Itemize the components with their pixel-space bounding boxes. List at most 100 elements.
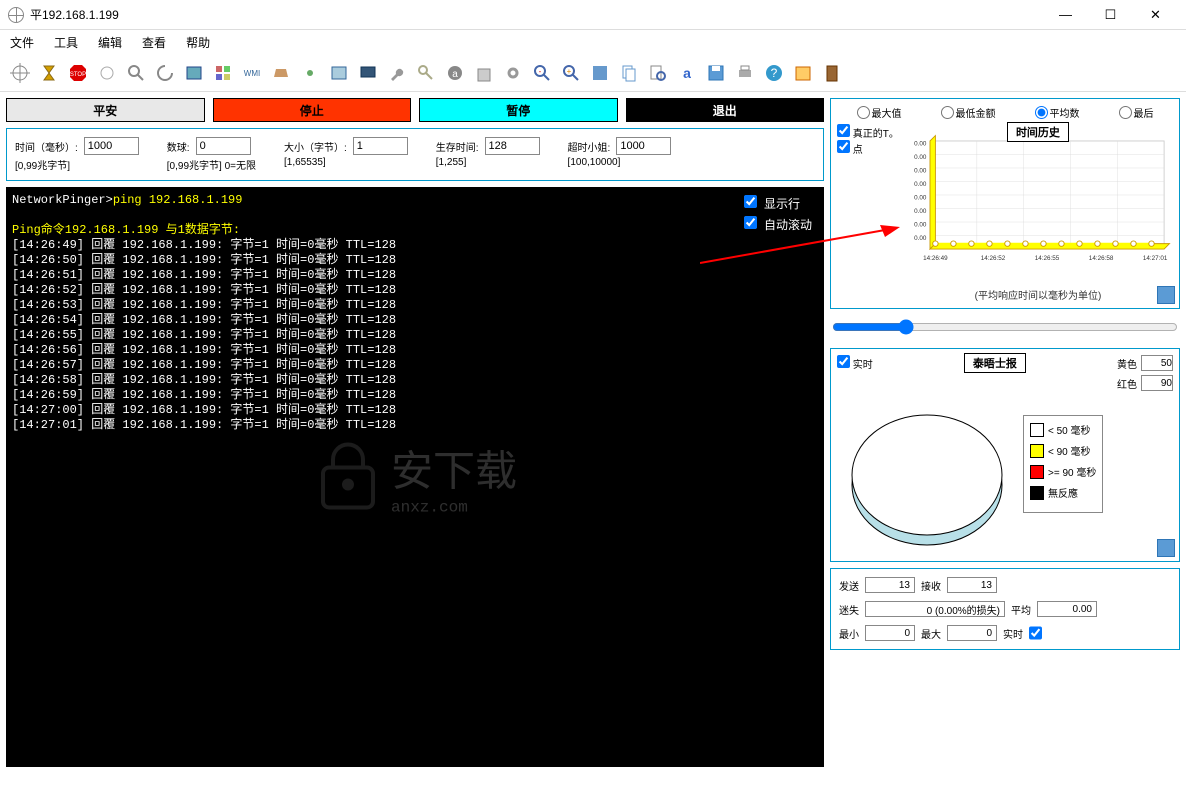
pause-button[interactable]: 暂停: [419, 98, 618, 122]
wmi-icon[interactable]: WMI: [238, 59, 266, 87]
grid-icon[interactable]: [209, 59, 237, 87]
radio-avg[interactable]: 平均数: [1035, 105, 1080, 120]
find-icon[interactable]: [644, 59, 672, 87]
image-icon[interactable]: [180, 59, 208, 87]
yellow-input[interactable]: [1141, 355, 1173, 371]
print-icon[interactable]: [731, 59, 759, 87]
ping-icon[interactable]: [296, 59, 324, 87]
line-chart: 0.000.000.000.000.000.000.000.00 14:26:4…: [903, 124, 1173, 284]
close-button[interactable]: ✕: [1133, 1, 1178, 29]
app-icon: [8, 7, 24, 23]
time-input[interactable]: [84, 137, 139, 155]
console-line: [14:26:54] 回覆 192.168.1.199: 字节=1 时间=0毫秒…: [12, 313, 818, 328]
max-label: 最大: [921, 626, 941, 641]
sent-label: 发送: [839, 578, 859, 593]
autoscroll-checkbox[interactable]: 自动滚动: [744, 216, 812, 233]
pie-chart: [837, 395, 1017, 555]
stop-button[interactable]: 停止: [213, 98, 412, 122]
copy-icon[interactable]: [615, 59, 643, 87]
time-range: [0,99兆字节]: [15, 157, 139, 172]
svg-text:WMI: WMI: [244, 69, 260, 78]
ship-icon[interactable]: [267, 59, 295, 87]
zoom-slider[interactable]: [832, 319, 1178, 335]
key-icon[interactable]: [412, 59, 440, 87]
console-line: [14:26:57] 回覆 192.168.1.199: 字节=1 时间=0毫秒…: [12, 358, 818, 373]
min-label: 最小: [839, 626, 859, 641]
svg-text:0.00: 0.00: [914, 140, 927, 147]
real-checkbox[interactable]: 真正的T。: [837, 124, 899, 140]
exit-button[interactable]: 退出: [626, 98, 825, 122]
svg-text:0.00: 0.00: [914, 208, 927, 215]
crosshair-icon[interactable]: [93, 59, 121, 87]
rt-checkbox[interactable]: [1029, 625, 1042, 641]
console-line: [14:26:49] 回覆 192.168.1.199: 字节=1 时间=0毫秒…: [12, 238, 818, 253]
svg-text:0.00: 0.00: [914, 222, 927, 229]
zoom-plus-icon[interactable]: +: [557, 59, 585, 87]
ping-button[interactable]: 平安: [6, 98, 205, 122]
timeout-label: 超时小姐:: [568, 139, 611, 154]
sent-value: [865, 577, 915, 593]
list-icon[interactable]: [586, 59, 614, 87]
calendar-icon[interactable]: [789, 59, 817, 87]
font-icon[interactable]: a: [673, 59, 701, 87]
save-icon[interactable]: [702, 59, 730, 87]
maximize-button[interactable]: ☐: [1088, 1, 1133, 29]
console-line: [14:26:59] 回覆 192.168.1.199: 字节=1 时间=0毫秒…: [12, 388, 818, 403]
console-header: Ping命令192.168.1.199 与1数据字节:: [12, 223, 818, 238]
door-icon[interactable]: [818, 59, 846, 87]
timeout-input[interactable]: [616, 137, 671, 155]
console-line: [14:26:55] 回覆 192.168.1.199: 字节=1 时间=0毫秒…: [12, 328, 818, 343]
stop-icon[interactable]: STOP: [64, 59, 92, 87]
realtime-checkbox[interactable]: 实时: [837, 355, 873, 371]
legend-lt90: < 90 毫秒: [1030, 443, 1096, 458]
svg-text:14:26:58: 14:26:58: [1089, 255, 1114, 262]
showline-checkbox[interactable]: 显示行: [744, 195, 812, 212]
menu-tools[interactable]: 工具: [54, 34, 78, 51]
ttl-input[interactable]: [485, 137, 540, 155]
help-icon[interactable]: ?: [760, 59, 788, 87]
window-icon[interactable]: [325, 59, 353, 87]
wrench-icon[interactable]: [383, 59, 411, 87]
lost-value: [865, 601, 1005, 617]
action-buttons: 平安 停止 暂停 退出: [6, 98, 824, 122]
save-chart-icon[interactable]: [1157, 286, 1175, 304]
gear-icon[interactable]: [499, 59, 527, 87]
building-icon[interactable]: [470, 59, 498, 87]
radio-max[interactable]: 最大值: [857, 105, 902, 120]
legend-lt50: < 50 毫秒: [1030, 422, 1096, 437]
menu-file[interactable]: 文件: [10, 34, 34, 51]
menu-view[interactable]: 查看: [142, 34, 166, 51]
chart1-caption: (平均响应时间以毫秒为单位): [903, 287, 1173, 302]
size-input[interactable]: [353, 137, 408, 155]
console-line: [14:26:58] 回覆 192.168.1.199: 字节=1 时间=0毫秒…: [12, 373, 818, 388]
count-input[interactable]: [196, 137, 251, 155]
minimize-button[interactable]: —: [1043, 1, 1088, 29]
svg-text:14:26:49: 14:26:49: [923, 255, 948, 262]
radio-last[interactable]: 最后: [1119, 105, 1154, 120]
time-history-panel: 最大值 最低金额 平均数 最后 真正的T。 点 时间历史: [830, 98, 1180, 309]
menu-edit[interactable]: 编辑: [98, 34, 122, 51]
search-icon[interactable]: [122, 59, 150, 87]
console-prompt: NetworkPinger>ping 192.168.1.199: [12, 193, 818, 208]
menubar: 文件 工具 编辑 查看 帮助: [0, 30, 1186, 55]
at-icon[interactable]: a: [441, 59, 469, 87]
svg-text:-: -: [539, 67, 542, 76]
timeout-range: [100,10000]: [568, 157, 672, 168]
rt-label: 实时: [1003, 626, 1023, 641]
zoom-minus-icon[interactable]: -: [528, 59, 556, 87]
svg-text:a: a: [452, 69, 458, 80]
hourglass-icon[interactable]: [35, 59, 63, 87]
red-input[interactable]: [1141, 375, 1173, 391]
size-range: [1,65535]: [284, 157, 408, 168]
menu-help[interactable]: 帮助: [186, 34, 210, 51]
monitor-icon[interactable]: [354, 59, 382, 87]
size-label: 大小（字节）:: [284, 139, 347, 154]
refresh-icon[interactable]: [151, 59, 179, 87]
radio-min[interactable]: 最低金额: [941, 105, 996, 120]
recv-value: [947, 577, 997, 593]
time-label: 时间（毫秒）:: [15, 139, 78, 154]
ttl-label: 生存时间:: [436, 139, 479, 154]
target-icon[interactable]: [6, 59, 34, 87]
save-pie-icon[interactable]: [1157, 539, 1175, 557]
point-checkbox[interactable]: 点: [837, 140, 899, 156]
